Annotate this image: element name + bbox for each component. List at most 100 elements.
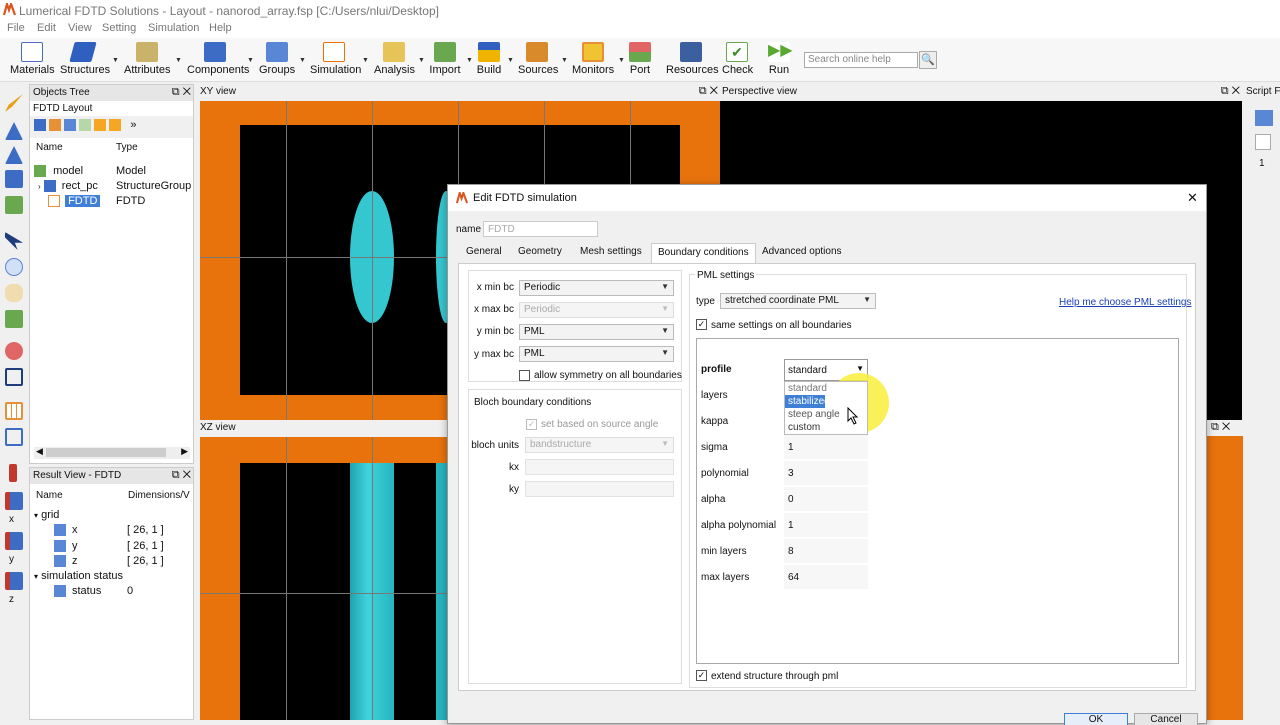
- scroll-right-icon[interactable]: ▶: [181, 446, 188, 457]
- horizontal-scrollbar[interactable]: ◀ ▶: [34, 446, 190, 459]
- tab-boundary-conditions[interactable]: Boundary conditions: [651, 243, 756, 263]
- move-up-icon[interactable]: [94, 119, 107, 132]
- ok-button[interactable]: OK: [1064, 713, 1128, 725]
- script-open-icon[interactable]: [1255, 110, 1273, 126]
- search-icon[interactable]: 🔍: [919, 51, 937, 69]
- tree-row-model[interactable]: model Model: [34, 165, 189, 178]
- expand-arrow-icon[interactable]: ›: [38, 182, 41, 191]
- check-button[interactable]: ✔ Check: [722, 42, 753, 80]
- close-icon[interactable]: ✕: [1187, 190, 1198, 206]
- y-max-bc-select[interactable]: PML ▼: [519, 346, 674, 362]
- pml-type-select[interactable]: stretched coordinate PML ▼: [720, 293, 876, 309]
- collapse-arrow-icon[interactable]: ▾: [34, 511, 38, 520]
- y-min-bc-select[interactable]: PML ▼: [519, 324, 674, 340]
- components-button[interactable]: Components: [187, 42, 249, 80]
- result-row-z[interactable]: z[ 26, 1 ]: [54, 555, 190, 568]
- view-x-icon[interactable]: [9, 464, 17, 482]
- result-group-simulation-status[interactable]: ▾ simulation status: [34, 570, 123, 582]
- tab-advanced-options[interactable]: Advanced options: [756, 243, 848, 263]
- port-button[interactable]: Port: [628, 42, 652, 80]
- move-down-icon[interactable]: [109, 119, 122, 132]
- pml-help-link[interactable]: Help me choose PML settings: [1059, 297, 1191, 308]
- menu-view[interactable]: View: [68, 22, 92, 34]
- monitors-dropdown-icon[interactable]: ▼: [618, 57, 625, 64]
- materials-button[interactable]: Materials: [10, 42, 55, 80]
- menu-edit[interactable]: Edit: [37, 22, 56, 34]
- panel-float-close-icon[interactable]: ⧉ ✕: [172, 469, 191, 482]
- tab-general[interactable]: General: [460, 243, 508, 263]
- panel-float-close-icon[interactable]: ⧉ ✕: [172, 86, 191, 99]
- components-dropdown-icon[interactable]: ▼: [247, 57, 254, 64]
- resources-button[interactable]: Resources: [666, 42, 719, 80]
- menu-setting[interactable]: Setting: [102, 22, 136, 34]
- collapse-arrow-icon[interactable]: ▾: [34, 572, 38, 581]
- analysis-dropdown-icon[interactable]: ▼: [418, 57, 425, 64]
- run-button[interactable]: ▶▶ Run: [766, 42, 793, 80]
- view-xy-icon[interactable]: [5, 492, 23, 510]
- result-group-grid[interactable]: ▾ grid: [34, 509, 59, 521]
- import-button[interactable]: Import: [428, 42, 462, 80]
- view-y-icon[interactable]: [5, 532, 23, 550]
- search-input[interactable]: Search online help: [804, 52, 918, 68]
- import-dropdown-icon[interactable]: ▼: [466, 57, 473, 64]
- x-min-bc-select[interactable]: Periodic ▼: [519, 280, 674, 296]
- tree-ungroup-icon[interactable]: [64, 119, 77, 132]
- groups-dropdown-icon[interactable]: ▼: [299, 57, 306, 64]
- build-button[interactable]: Build: [476, 42, 502, 80]
- pencil-icon[interactable]: [5, 94, 23, 112]
- scroll-thumb[interactable]: [46, 448, 166, 457]
- scroll-left-icon[interactable]: ◀: [36, 446, 43, 457]
- same-settings-checkbox[interactable]: ✓: [696, 319, 707, 330]
- panel-float-close-icon[interactable]: ⧉ ✕: [1221, 85, 1240, 98]
- analysis-button[interactable]: Analysis: [374, 42, 415, 80]
- profile-option-standard[interactable]: standard: [785, 382, 867, 395]
- panel-float-close-icon[interactable]: ⧉ ✕: [1207, 420, 1243, 436]
- zoom-extent-icon[interactable]: [5, 342, 23, 360]
- sources-button[interactable]: Sources: [518, 42, 558, 80]
- fit-icon[interactable]: [5, 368, 23, 386]
- array-icon[interactable]: [5, 170, 23, 188]
- tree-row-fdtd[interactable]: FDTD FDTD: [48, 195, 193, 208]
- tree-add-icon[interactable]: [34, 119, 46, 132]
- tree-expand-icon[interactable]: [79, 119, 92, 132]
- allow-symmetry-checkbox[interactable]: [519, 370, 530, 381]
- structures-dropdown-icon[interactable]: ▼: [112, 57, 119, 64]
- panel-float-close-icon[interactable]: ⧉ ✕: [699, 85, 718, 98]
- more-icon[interactable]: »: [130, 119, 136, 131]
- menu-simulation[interactable]: Simulation: [148, 22, 199, 34]
- simulation-dropdown-icon[interactable]: ▼: [362, 57, 369, 64]
- trash-icon[interactable]: [5, 196, 23, 214]
- result-row-y[interactable]: y[ 26, 1 ]: [54, 540, 190, 553]
- attributes-dropdown-icon[interactable]: ▼: [175, 57, 182, 64]
- simulation-button[interactable]: Simulation: [310, 42, 361, 80]
- cancel-button[interactable]: Cancel: [1134, 713, 1198, 725]
- prism-icon[interactable]: [5, 146, 23, 164]
- tetra-icon[interactable]: [5, 122, 23, 140]
- view-z-icon[interactable]: [5, 572, 23, 590]
- grid-icon[interactable]: [5, 402, 23, 420]
- script-new-icon[interactable]: [1255, 134, 1271, 150]
- sources-dropdown-icon[interactable]: ▼: [561, 57, 568, 64]
- layout-icon[interactable]: [5, 428, 23, 446]
- result-row-status[interactable]: status 0: [54, 585, 190, 598]
- groups-button[interactable]: Groups: [259, 42, 295, 80]
- view-4-canvas[interactable]: [1207, 420, 1243, 720]
- menu-help[interactable]: Help: [209, 22, 232, 34]
- menu-file[interactable]: File: [7, 22, 25, 34]
- pan-hand-icon[interactable]: [5, 284, 23, 302]
- result-row-x[interactable]: x[ 26, 1 ]: [54, 524, 190, 537]
- zoom-icon[interactable]: [5, 258, 23, 276]
- structures-button[interactable]: Structures: [60, 42, 110, 80]
- name-field[interactable]: FDTD: [483, 221, 598, 237]
- extend-structure-checkbox[interactable]: ✓: [696, 670, 707, 681]
- select-arrow-icon[interactable]: [5, 232, 23, 250]
- ruler-icon[interactable]: [5, 310, 23, 328]
- tab-geometry[interactable]: Geometry: [512, 243, 568, 263]
- attributes-button[interactable]: Attributes: [124, 42, 170, 80]
- tree-row-rect-pc[interactable]: › rect_pc StructureGroup: [38, 180, 193, 193]
- build-dropdown-icon[interactable]: ▼: [507, 57, 514, 64]
- tab-mesh-settings[interactable]: Mesh settings: [574, 243, 648, 263]
- profile-option-stabilized[interactable]: stabilized: [785, 395, 830, 408]
- monitors-button[interactable]: Monitors: [572, 42, 614, 80]
- tree-group-icon[interactable]: [49, 119, 62, 132]
